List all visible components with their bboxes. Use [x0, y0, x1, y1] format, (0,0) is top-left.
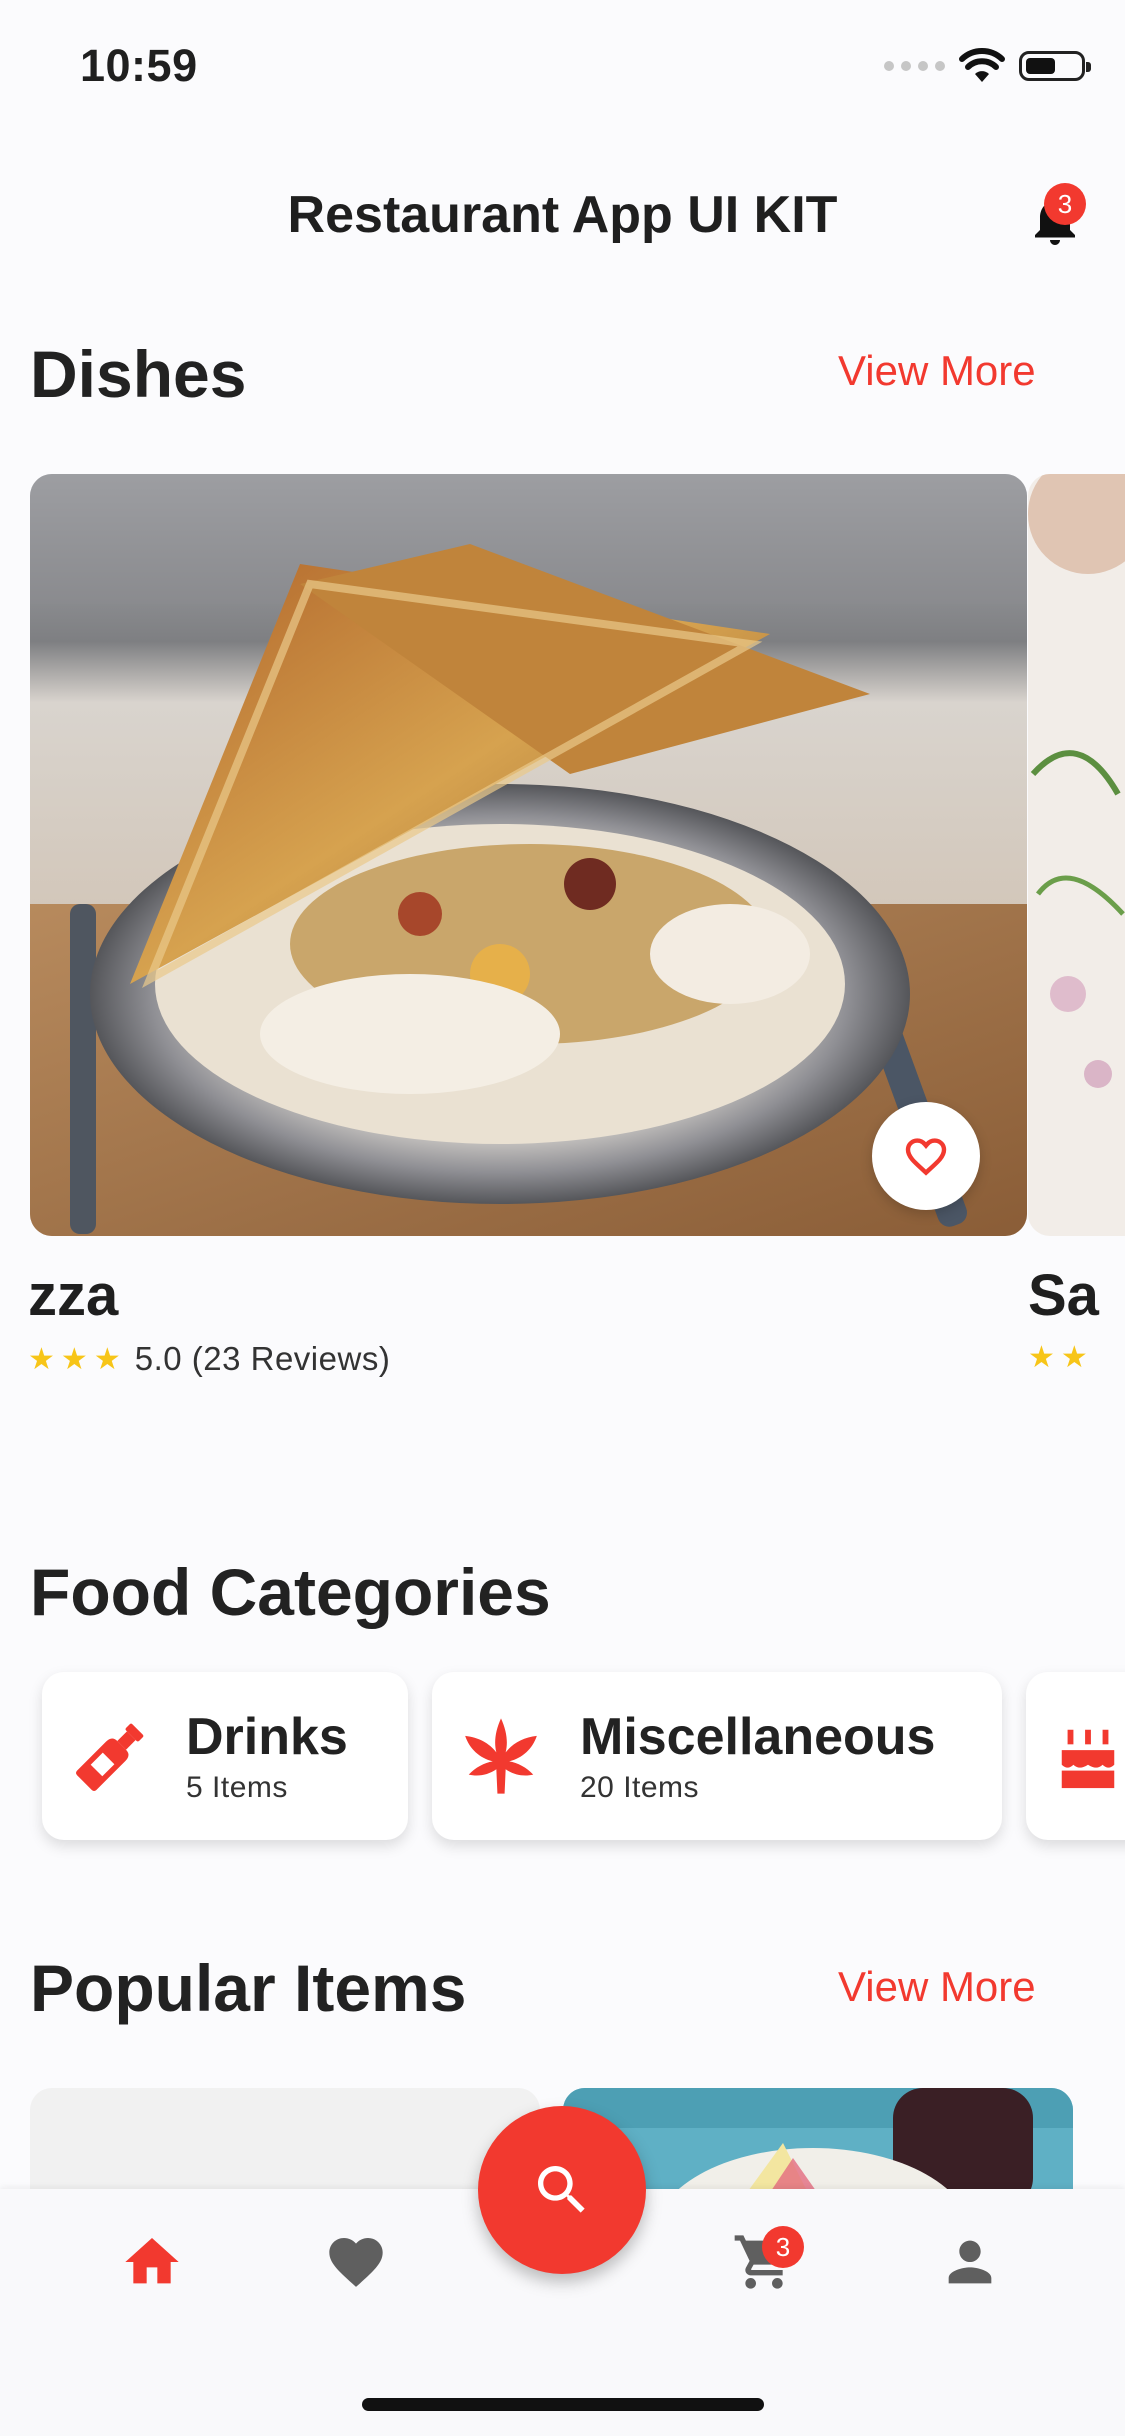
category-count: 20 Items [580, 1771, 700, 1804]
star-icon: ★ [1060, 1341, 1088, 1374]
heart-outline-icon [905, 1138, 947, 1176]
favorite-button[interactable] [872, 1102, 980, 1210]
dishes-view-more-link[interactable]: View More [838, 347, 1036, 395]
dish-rating: ★ ★ ★ 5.0 (23 Reviews) [28, 1340, 390, 1378]
category-card-drinks[interactable]: Drinks 5 Items [42, 1672, 408, 1840]
status-time: 10:59 [80, 40, 198, 91]
category-name: Drinks [186, 1708, 348, 1766]
status-indicators [884, 48, 1091, 84]
cellular-signal-icon [884, 61, 945, 71]
home-icon[interactable] [120, 2230, 184, 2294]
cart-badge: 3 [762, 2226, 804, 2268]
notification-badge: 3 [1044, 183, 1086, 225]
next-dish-name[interactable]: Sa [1028, 1262, 1099, 1329]
star-icon: ★ [93, 1342, 121, 1376]
popular-section-title: Popular Items [30, 1951, 467, 2025]
cake-icon [1061, 1729, 1115, 1789]
star-icon: ★ [28, 1342, 55, 1376]
dish-photo [30, 474, 1027, 1236]
dish-card-image[interactable] [30, 474, 1027, 1236]
category-name: Miscellaneous [580, 1708, 936, 1766]
battery-icon [1019, 51, 1091, 81]
wifi-icon [959, 48, 1005, 82]
bottle-icon [75, 1723, 144, 1792]
dish-card-next-image[interactable] [1028, 474, 1125, 1236]
home-indicator [362, 2398, 764, 2411]
person-icon[interactable] [938, 2230, 1002, 2294]
star-icon: ★ [60, 1342, 88, 1376]
categories-section-title: Food Categories [30, 1555, 551, 1629]
dishes-section-title: Dishes [30, 337, 247, 411]
category-card-partial[interactable] [1026, 1672, 1125, 1840]
category-count: 5 Items [186, 1771, 288, 1804]
next-dish-photo [1028, 474, 1125, 1236]
leaf-icon [465, 1718, 537, 1794]
dish-name[interactable]: zza [28, 1262, 118, 1329]
search-button[interactable] [478, 2106, 646, 2274]
battery-level [1026, 58, 1055, 74]
app-title: Restaurant App UI KIT [287, 186, 838, 244]
category-card-miscellaneous[interactable]: Miscellaneous 20 Items [432, 1672, 1002, 1840]
search-icon [538, 2166, 585, 2213]
popular-view-more-link[interactable]: View More [838, 1963, 1036, 2011]
heart-icon[interactable] [324, 2230, 388, 2294]
star-icon: ★ [1028, 1341, 1055, 1374]
next-dish-rating: ★ ★ [1028, 1340, 1088, 1375]
rating-text: 5.0 (23 Reviews) [134, 1340, 391, 1377]
